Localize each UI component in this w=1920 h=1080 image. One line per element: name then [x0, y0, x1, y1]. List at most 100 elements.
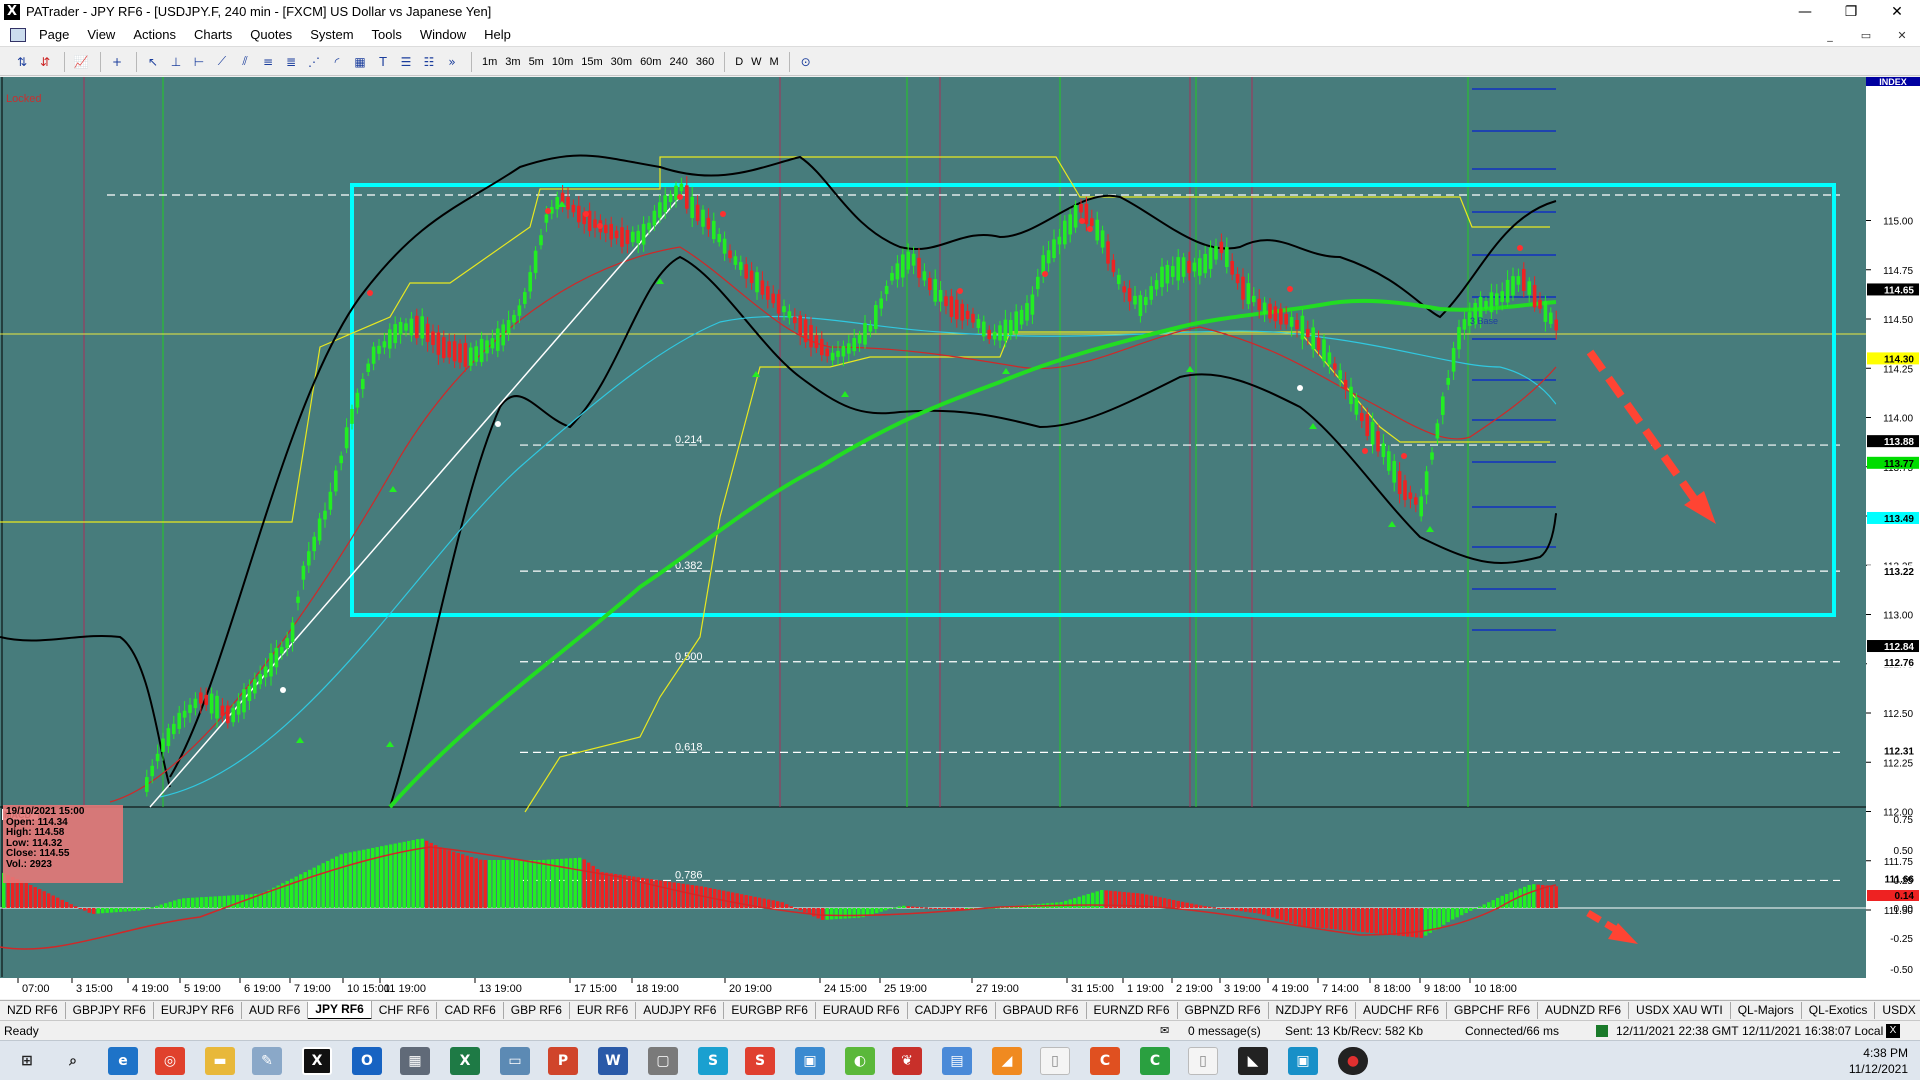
- maximize-button[interactable]: ❐: [1828, 0, 1874, 23]
- gann-icon[interactable]: ▦: [350, 52, 370, 72]
- horizontal-line-icon[interactable]: ⊥: [166, 52, 186, 72]
- outlook-icon[interactable]: O: [352, 1047, 382, 1075]
- fib-fan-icon[interactable]: ⋰: [304, 52, 324, 72]
- chart-tab[interactable]: GBPNZD RF6: [1178, 1001, 1269, 1019]
- chart-tab[interactable]: CHF RF6: [372, 1001, 438, 1019]
- mdi-restore-button[interactable]: ▭: [1848, 23, 1884, 47]
- skype-icon[interactable]: S: [698, 1047, 728, 1075]
- menu-system[interactable]: System: [301, 27, 362, 42]
- crosshair-icon[interactable]: +: [107, 52, 127, 72]
- chart-area[interactable]: INDEX 0.214 0.382 0.500 0.618 0.786 3 Base 115.…: [0, 77, 1920, 999]
- menu-help[interactable]: Help: [475, 27, 520, 42]
- menu-tools[interactable]: Tools: [363, 27, 411, 42]
- blank-doc-icon[interactable]: ▯: [1040, 1047, 1070, 1075]
- chart-tab[interactable]: GBPJPY RF6: [66, 1001, 154, 1019]
- pointer-icon[interactable]: ↖: [143, 52, 163, 72]
- chart-tab[interactable]: AUDCHF RF6: [1356, 1001, 1448, 1019]
- fib-arc-icon[interactable]: ◜: [327, 52, 347, 72]
- calculator-icon[interactable]: ▦: [400, 1047, 430, 1075]
- mail-icon[interactable]: ✉: [1160, 1024, 1169, 1037]
- app-folder-icon[interactable]: ▤: [942, 1047, 972, 1075]
- timeframe-240[interactable]: 240: [665, 56, 691, 68]
- notes-app-icon[interactable]: ✎: [252, 1047, 282, 1075]
- app-c-icon[interactable]: C: [1090, 1047, 1120, 1075]
- timeframe-15m[interactable]: 15m: [577, 56, 606, 68]
- chart-tab[interactable]: NZD RF6: [0, 1001, 66, 1019]
- sell-icon[interactable]: ⇵: [35, 52, 55, 72]
- slides-icon[interactable]: S: [745, 1047, 775, 1075]
- levels-icon[interactable]: ☰: [396, 52, 416, 72]
- chart-tab[interactable]: EURGBP RF6: [724, 1001, 816, 1019]
- camtasia-icon[interactable]: C: [1140, 1047, 1170, 1075]
- app-dark-icon[interactable]: ◣: [1238, 1047, 1268, 1075]
- edge-icon[interactable]: e: [108, 1047, 138, 1075]
- period-monthly[interactable]: M: [766, 56, 783, 68]
- word-icon[interactable]: W: [598, 1047, 628, 1075]
- chart-tab[interactable]: EURNZD RF6: [1087, 1001, 1178, 1019]
- menu-actions[interactable]: Actions: [124, 27, 185, 42]
- more-tools-icon[interactable]: »: [442, 52, 462, 72]
- chart-tab[interactable]: EURAUD RF6: [816, 1001, 908, 1019]
- timeframe-1m[interactable]: 1m: [478, 56, 501, 68]
- chart-tab[interactable]: EUR RF6: [570, 1001, 637, 1019]
- fib-extension-icon[interactable]: ≣: [281, 52, 301, 72]
- app-red-bird-icon[interactable]: ❦: [892, 1047, 922, 1075]
- minimize-button[interactable]: —: [1782, 0, 1828, 23]
- chart-tab[interactable]: QL-Majors: [1731, 1001, 1802, 1019]
- clock-icon[interactable]: ⊙: [796, 52, 816, 72]
- blank-doc-2-icon[interactable]: ▯: [1188, 1047, 1218, 1075]
- chart-tab[interactable]: NZDJPY RF6: [1269, 1001, 1356, 1019]
- record-icon[interactable]: ●: [1338, 1047, 1368, 1075]
- levels-alt-icon[interactable]: ☷: [419, 52, 439, 72]
- timeframe-360[interactable]: 360: [692, 56, 718, 68]
- powerpoint-icon[interactable]: P: [548, 1047, 578, 1075]
- chart-tab[interactable]: CADJPY RF6: [908, 1001, 996, 1019]
- chart-tab[interactable]: GBPCHF RF6: [1447, 1001, 1539, 1019]
- chart-tab[interactable]: QL-Exotics: [1802, 1001, 1876, 1019]
- app-green-icon[interactable]: ◐: [845, 1047, 875, 1075]
- trendline-icon[interactable]: ⟋: [212, 52, 232, 72]
- chart-tab[interactable]: EURJPY RF6: [154, 1001, 242, 1019]
- chart-tab[interactable]: USDX XAU WTI: [1629, 1001, 1731, 1019]
- timeframe-30m[interactable]: 30m: [607, 56, 636, 68]
- start-icon[interactable]: ⊞: [12, 1047, 42, 1075]
- app-orange-icon[interactable]: ◢: [992, 1047, 1022, 1075]
- timeframe-3m[interactable]: 3m: [501, 56, 524, 68]
- mdi-minimize-button[interactable]: _: [1812, 23, 1848, 47]
- menu-quotes[interactable]: Quotes: [241, 27, 301, 42]
- patrader-taskbar-icon[interactable]: X: [302, 1047, 332, 1075]
- taskbar-clock[interactable]: 4:38 PM 11/12/2021: [1849, 1045, 1908, 1077]
- chart-tab[interactable]: AUDNZD RF6: [1538, 1001, 1630, 1019]
- file-explorer-icon[interactable]: ▬: [205, 1047, 235, 1075]
- period-weekly[interactable]: W: [747, 56, 765, 68]
- mdi-close-button[interactable]: ✕: [1884, 23, 1920, 47]
- period-daily[interactable]: D: [731, 56, 747, 68]
- chrome-icon[interactable]: ◎: [155, 1047, 185, 1075]
- chart-tab[interactable]: GBPAUD RF6: [996, 1001, 1087, 1019]
- text-tool-icon[interactable]: T: [373, 52, 393, 72]
- chart-tab[interactable]: JPY RF6: [308, 1001, 372, 1019]
- buy-icon[interactable]: ⇅: [12, 52, 32, 72]
- menu-window[interactable]: Window: [411, 27, 475, 42]
- search-icon[interactable]: ⌕: [58, 1047, 88, 1075]
- menu-charts[interactable]: Charts: [185, 27, 241, 42]
- channel-icon[interactable]: ⫽: [235, 52, 255, 72]
- chart-tab[interactable]: AUDJPY RF6: [636, 1001, 725, 1019]
- timeframe-5m[interactable]: 5m: [525, 56, 548, 68]
- vertical-line-icon[interactable]: ⊢: [189, 52, 209, 72]
- chart-type-icon[interactable]: 📈: [71, 52, 91, 72]
- menu-page[interactable]: Page: [30, 27, 78, 42]
- menu-view[interactable]: View: [78, 27, 124, 42]
- fibonacci-icon[interactable]: ≡: [258, 52, 278, 72]
- app-tile-icon[interactable]: ▢: [648, 1047, 678, 1075]
- page-icon[interactable]: [10, 27, 26, 42]
- timeframe-10m[interactable]: 10m: [548, 56, 577, 68]
- chart-tab[interactable]: USDX RF6: [1875, 1002, 1920, 1019]
- excel-icon[interactable]: X: [450, 1047, 480, 1075]
- remote-desktop-icon[interactable]: ▣: [795, 1047, 825, 1075]
- timeframe-60m[interactable]: 60m: [636, 56, 665, 68]
- chart-tab[interactable]: GBP RF6: [504, 1001, 570, 1019]
- close-button[interactable]: ✕: [1874, 0, 1920, 23]
- chart-tab[interactable]: CAD RF6: [437, 1001, 504, 1019]
- photos-icon[interactable]: ▭: [500, 1047, 530, 1075]
